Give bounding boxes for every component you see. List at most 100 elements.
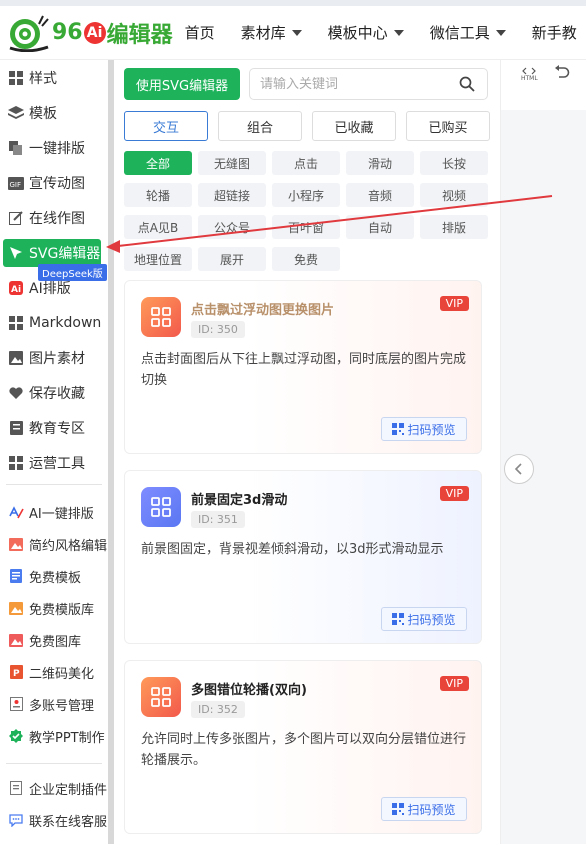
use-svg-editor-button[interactable]: 使用SVG编辑器 <box>124 68 240 100</box>
category-chip[interactable]: 免费 <box>272 247 340 271</box>
nav-materials[interactable]: 素材库 <box>241 22 302 43</box>
sidebar-item-education[interactable]: 教育专区 <box>0 413 108 443</box>
image-red-icon <box>8 632 24 648</box>
nav-templates[interactable]: 模板中心 <box>328 22 404 43</box>
sidebar-item-label: 样式 <box>29 71 57 87</box>
tab-favorited[interactable]: 已收藏 <box>312 111 396 141</box>
search-input[interactable] <box>260 76 450 92</box>
nav-beginner[interactable]: 新手教 <box>532 22 577 43</box>
sidebar-item-label: 宣传动图 <box>29 176 85 192</box>
logo-number: 96 <box>52 20 83 45</box>
category-chip[interactable]: 轮播 <box>124 183 192 207</box>
user-doc-icon <box>8 696 24 712</box>
html-code-icon[interactable]: HTML <box>521 67 538 82</box>
sidebar-link-free-template-library[interactable]: 免费模版库 <box>0 593 108 623</box>
sidebar-item-ai-layout[interactable]: Ai AI排版 <box>0 273 108 303</box>
sidebar-divider <box>6 484 102 485</box>
main-nav: 首页 素材库 模板中心 微信工具 新手教 <box>185 22 586 43</box>
category-chip[interactable]: 公众号 <box>198 215 266 239</box>
sidebar-link-enterprise-plugin[interactable]: 企业定制插件 <box>0 773 108 803</box>
sidebar-link-teaching-ppt[interactable]: 教学PPT制作 <box>0 721 108 751</box>
chevron-left-icon <box>514 463 522 475</box>
sidebar-item-label: AI排版 <box>29 281 71 297</box>
category-chip[interactable]: 点A见B <box>124 215 192 239</box>
template-card[interactable]: 点击飘过浮动图更换图片 ID: 350 VIP 点击封面图后从下往上飘过浮动图，… <box>124 280 482 454</box>
category-chip[interactable]: 音频 <box>346 183 414 207</box>
qr-code-icon <box>392 803 405 815</box>
sidebar-item-styles[interactable]: 样式 <box>0 63 108 93</box>
sidebar-divider <box>6 763 102 764</box>
category-chip[interactable]: 百叶窗 <box>272 215 340 239</box>
category-chip[interactable]: 点击 <box>272 151 340 175</box>
sidebar-link-label: 免费模版库 <box>29 602 95 618</box>
sidebar-item-operations-tools[interactable]: 运营工具 <box>0 448 108 478</box>
sidebar-link-free-gallery[interactable]: 免费图库 <box>0 625 108 655</box>
sidebar-item-one-click-layout[interactable]: 一键排版 <box>0 133 108 163</box>
sidebar-link-ai-one-click[interactable]: AI一键排版 <box>0 497 108 527</box>
tab-purchased[interactable]: 已购买 <box>406 111 490 141</box>
template-description: 点击封面图后从下往上飘过浮动图，同时底层的图片完成切换 <box>141 352 467 388</box>
search-icon[interactable] <box>459 76 475 92</box>
template-title: 多图错位轮播(双向) <box>191 683 307 698</box>
sidebar-item-label: 一键排版 <box>29 141 85 157</box>
sidebar-link-simple-style[interactable]: 简约风格编辑 <box>0 529 108 559</box>
cursor-icon <box>8 245 24 261</box>
logo-ai-badge: Ai <box>83 21 106 44</box>
logo[interactable]: 96 Ai 编辑器 <box>6 14 173 52</box>
scan-preview-button[interactable]: 扫码预览 <box>381 607 467 631</box>
gif-icon: GIF <box>8 175 24 191</box>
svg-text:GIF: GIF <box>10 181 22 189</box>
ppt-icon: P <box>8 664 24 680</box>
sidebar-link-qrcode-beautify[interactable]: P 二维码美化 <box>0 657 108 687</box>
sidebar-item-svg-editor[interactable]: SVG编辑器 <box>3 239 101 267</box>
sidebar-item-promo-gif[interactable]: GIF 宣传动图 <box>0 168 108 198</box>
sidebar-item-saved-favorites[interactable]: 保存收藏 <box>0 378 108 408</box>
template-card[interactable]: 前景固定3d滑动 ID: 351 VIP 前景图固定，背景视差倾斜滑动，以3d形… <box>124 470 482 644</box>
category-chip[interactable]: 长按 <box>420 151 488 175</box>
book-icon <box>8 420 24 436</box>
category-chip[interactable]: 全部 <box>124 151 192 175</box>
doc-blue-icon <box>8 568 24 584</box>
svg-text:P: P <box>13 669 20 679</box>
sidebar-link-multi-account[interactable]: 多账号管理 <box>0 689 108 719</box>
tab-combo[interactable]: 组合 <box>218 111 302 141</box>
sidebar-item-templates[interactable]: 模板 <box>0 98 108 128</box>
grid-icon <box>8 315 24 331</box>
undo-icon[interactable] <box>554 65 570 83</box>
sidebar-link-label: 联系在线客服 <box>29 814 108 830</box>
scan-preview-button[interactable]: 扫码预览 <box>381 797 467 821</box>
category-chip[interactable]: 排版 <box>420 215 488 239</box>
sidebar-item-online-drawing[interactable]: 在线作图 <box>0 203 108 233</box>
sidebar-link-label: 多账号管理 <box>29 698 95 714</box>
sidebar-item-label: SVG编辑器 <box>29 246 101 262</box>
category-chip[interactable]: 滑动 <box>346 151 414 175</box>
scan-preview-button[interactable]: 扫码预览 <box>381 417 467 441</box>
sidebar-item-image-materials[interactable]: 图片素材 <box>0 343 108 373</box>
grid-icon <box>8 70 24 86</box>
sidebar-link-label: 免费图库 <box>29 634 82 650</box>
sidebar-item-markdown[interactable]: Markdown <box>0 308 108 338</box>
category-chip[interactable]: 视频 <box>420 183 488 207</box>
collapse-panel-button[interactable] <box>504 454 534 484</box>
template-card[interactable]: 多图错位轮播(双向) ID: 352 VIP 允许同时上传多张图片，多个图片可以… <box>124 660 482 834</box>
sidebar-item-label: Markdown <box>29 315 102 331</box>
layers-icon <box>8 105 24 121</box>
sidebar-link-free-templates[interactable]: 免费模板 <box>0 561 108 591</box>
category-chip[interactable]: 无缝图 <box>198 151 266 175</box>
preview-label: 扫码预览 <box>407 612 456 627</box>
category-chip[interactable]: 自动 <box>346 215 414 239</box>
category-chip[interactable]: 小程序 <box>272 183 340 207</box>
category-chip[interactable]: 超链接 <box>198 183 266 207</box>
category-chip[interactable]: 展开 <box>198 247 266 271</box>
template-title: 前景固定3d滑动 <box>191 493 288 508</box>
preview-label: 扫码预览 <box>407 422 456 437</box>
ai-brush-icon <box>8 504 24 520</box>
edit-icon <box>8 210 24 226</box>
svg-template-panel: 使用SVG编辑器 交互 组合 已收藏 已购买 全部 无缝图 点击 滑动 长按 轮… <box>114 60 500 844</box>
tab-interactive[interactable]: 交互 <box>124 111 208 141</box>
nav-home[interactable]: 首页 <box>185 22 215 43</box>
category-chip[interactable]: 地理位置 <box>124 247 192 271</box>
sidebar-link-online-service[interactable]: 联系在线客服 <box>0 805 108 835</box>
template-description: 前景图固定，背景视差倾斜滑动，以3d形式滑动显示 <box>141 542 444 557</box>
nav-wechat-tools[interactable]: 微信工具 <box>430 22 506 43</box>
